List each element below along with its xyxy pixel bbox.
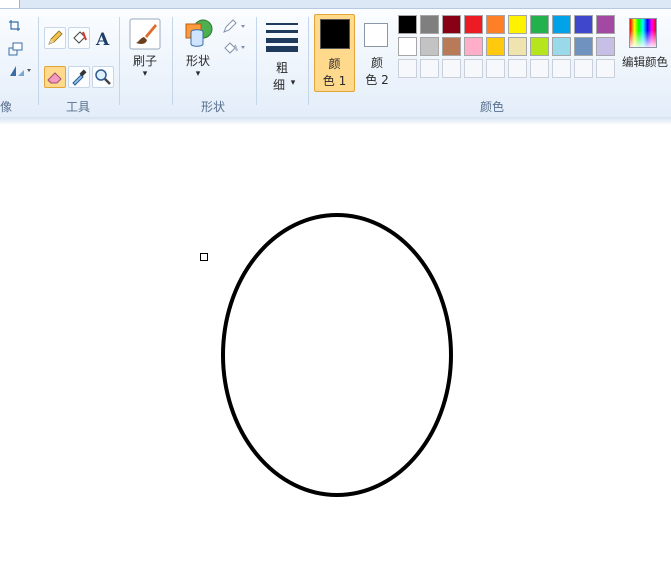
separator [256, 17, 257, 105]
color1-label-line2: 色 1 [322, 74, 347, 88]
eraser-icon [47, 72, 62, 84]
shapes-icon [183, 18, 215, 54]
palette-swatch[interactable] [508, 37, 527, 56]
fill-bucket-icon [224, 42, 245, 54]
palette-custom-slot[interactable] [574, 59, 593, 78]
palette-custom-slot[interactable] [596, 59, 615, 78]
chevron-down-icon: ▾ [142, 69, 148, 79]
palette-custom-slot[interactable] [420, 59, 439, 78]
drawing-canvas[interactable] [0, 125, 671, 573]
palette-swatch[interactable] [486, 37, 505, 56]
tools-group-label: 工具 [66, 100, 91, 114]
palette-custom-slot[interactable] [464, 59, 483, 78]
separator [308, 17, 309, 105]
palette-swatch[interactable] [442, 37, 461, 56]
palette-custom-slot[interactable] [508, 59, 527, 78]
palette-swatch[interactable] [508, 15, 527, 34]
palette-swatch[interactable] [398, 37, 417, 56]
palette-custom-slot[interactable] [442, 59, 461, 78]
color-picker-tool[interactable] [68, 66, 90, 88]
color2-swatch [364, 23, 388, 47]
fill-tool[interactable] [68, 27, 90, 49]
eyedropper-icon [72, 69, 87, 86]
palette-swatch[interactable] [574, 15, 593, 34]
chevron-down-icon: ▾ [195, 69, 201, 79]
separator [172, 17, 173, 105]
rotate-icon[interactable] [8, 63, 32, 82]
color-spectrum-icon [629, 18, 657, 48]
outline-button[interactable] [222, 18, 248, 38]
shapes-button[interactable]: 形状 ▾ [178, 15, 218, 93]
shapes-label: 形状 [185, 54, 210, 68]
palette-swatch[interactable] [530, 15, 549, 34]
palette-swatch[interactable] [420, 15, 439, 34]
palette-swatch[interactable] [530, 37, 549, 56]
ribbon: 像 A 工具 刷子 ▾ 形状 ▾ 形状 粗 细 ▾ 颜 色 1 颜 色 2 编辑… [0, 8, 671, 118]
palette-swatch[interactable] [464, 15, 483, 34]
palette-swatch[interactable] [596, 15, 615, 34]
image-group-label: 像 [0, 100, 13, 114]
magnifier-icon [95, 69, 111, 85]
text-tool[interactable]: A [92, 27, 114, 50]
shapes-group-label: 形状 [201, 100, 226, 114]
crop-icon[interactable] [8, 18, 22, 37]
brushes-button[interactable]: 刷子 ▾ [124, 15, 166, 93]
edit-colors-label: 编辑颜色 [622, 55, 668, 69]
canvas-resize-handle[interactable] [200, 253, 208, 261]
palette-swatch[interactable] [464, 37, 483, 56]
color1-button[interactable]: 颜 色 1 [314, 14, 355, 92]
color-palette [398, 15, 618, 81]
outline-pen-icon [223, 19, 245, 33]
size-button[interactable]: 粗 细 ▾ [262, 15, 302, 95]
colors-group-label: 颜色 [480, 100, 505, 114]
fill-button[interactable] [222, 39, 248, 59]
palette-custom-slot[interactable] [486, 59, 505, 78]
pencil-icon [48, 30, 63, 45]
canvas-drawing [221, 213, 453, 497]
color1-label-line1: 颜 [328, 57, 341, 71]
pencil-tool[interactable] [44, 27, 66, 49]
brush-icon [129, 18, 161, 54]
drawn-ellipse [221, 213, 453, 497]
color2-label-line2: 色 2 [365, 73, 389, 87]
palette-swatch[interactable] [596, 37, 615, 56]
color2-label-line1: 颜 [370, 56, 383, 70]
magnifier-tool[interactable] [92, 66, 114, 88]
palette-swatch[interactable] [552, 15, 571, 34]
separator [119, 17, 120, 105]
palette-swatch[interactable] [486, 15, 505, 34]
palette-custom-slot[interactable] [552, 59, 571, 78]
line-width-icon [265, 21, 299, 57]
brushes-label: 刷子 [132, 54, 157, 68]
chevron-down-icon: ▾ [290, 78, 296, 88]
palette-swatch[interactable] [420, 37, 439, 56]
ribbon-shadow [0, 117, 671, 125]
separator [38, 17, 39, 105]
palette-swatch[interactable] [398, 15, 417, 34]
palette-swatch[interactable] [574, 37, 593, 56]
size-label-line1: 粗 [275, 61, 288, 75]
text-a-icon: A [95, 30, 110, 50]
color1-swatch [320, 19, 350, 49]
color2-button[interactable]: 颜 色 2 [358, 14, 396, 92]
svg-text:A: A [95, 30, 110, 48]
eraser-tool[interactable] [44, 66, 66, 88]
palette-custom-slot[interactable] [398, 59, 417, 78]
palette-custom-slot[interactable] [530, 59, 549, 78]
palette-swatch[interactable] [442, 15, 461, 34]
fill-bucket-icon [73, 31, 87, 44]
edit-colors-button[interactable]: 编辑颜色 [619, 15, 671, 93]
palette-swatch[interactable] [552, 37, 571, 56]
resize-icon[interactable] [8, 41, 24, 60]
